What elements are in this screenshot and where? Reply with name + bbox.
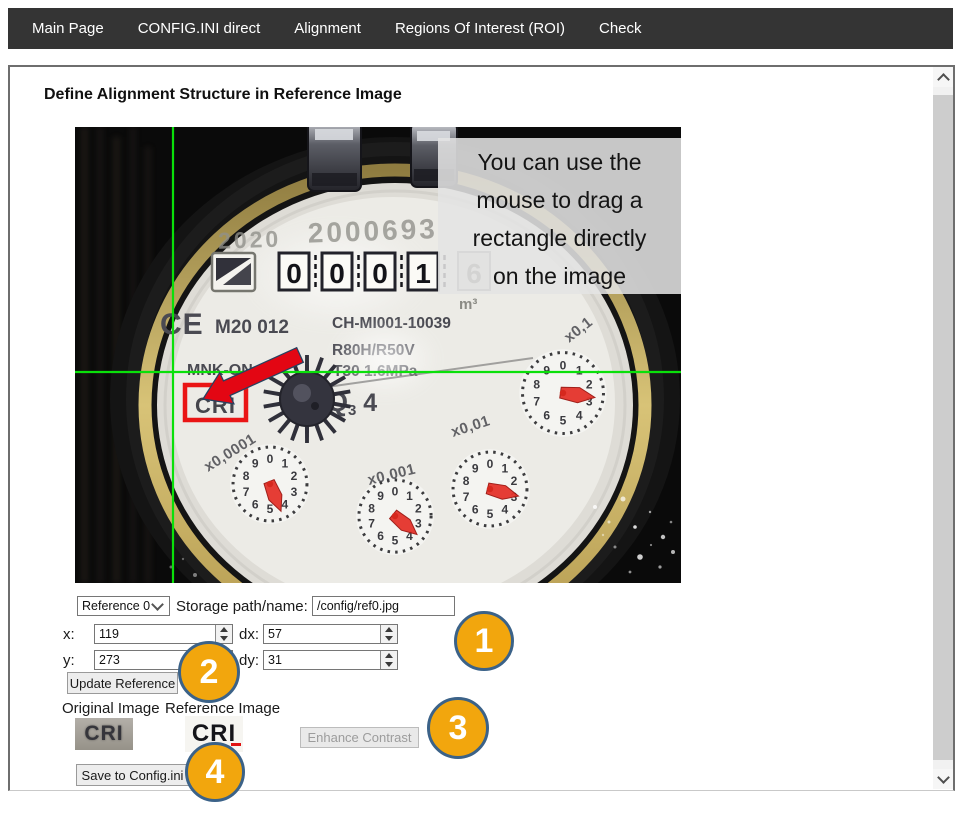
svg-text:7: 7 — [463, 490, 470, 504]
enhance-contrast-button[interactable]: Enhance Contrast — [300, 727, 419, 748]
page-title: Define Alignment Structure in Reference … — [44, 86, 402, 104]
svg-text:4: 4 — [576, 408, 583, 422]
step-badge-1: 1 — [454, 611, 514, 671]
original-image-thumbnail: CRI — [75, 718, 133, 750]
storage-path-label: Storage path/name: — [176, 598, 308, 615]
svg-text:5: 5 — [560, 414, 567, 428]
svg-text:9: 9 — [543, 364, 550, 378]
original-image-label: Original Image — [62, 700, 160, 717]
svg-text:2: 2 — [291, 469, 298, 483]
unit-label: m³ — [459, 296, 477, 313]
svg-text:8: 8 — [463, 474, 470, 488]
reference-image-label: Reference Image — [165, 700, 280, 717]
reference-select[interactable]: Reference 0 — [77, 596, 170, 616]
svg-text:7: 7 — [243, 485, 250, 499]
chevron-down-icon — [151, 598, 164, 611]
scroll-up-button[interactable] — [933, 67, 953, 87]
svg-text:1: 1 — [501, 462, 508, 476]
svg-text:7: 7 — [368, 517, 375, 531]
dx-label: dx: — [239, 626, 259, 643]
svg-text:3: 3 — [415, 517, 422, 531]
chevron-up-icon — [937, 73, 950, 86]
scrollbar[interactable] — [933, 67, 953, 789]
x-stepper[interactable] — [215, 625, 232, 643]
svg-text:4: 4 — [281, 497, 288, 511]
svg-text:1: 1 — [415, 258, 431, 289]
y-label: y: — [63, 652, 75, 669]
svg-text:0: 0 — [372, 258, 388, 289]
reference-image[interactable]: 2020 2000693 0 — [75, 127, 681, 583]
svg-text:8: 8 — [243, 469, 250, 483]
dy-stepper[interactable] — [380, 651, 397, 669]
svg-text:5: 5 — [267, 502, 274, 516]
svg-text:9: 9 — [472, 462, 479, 476]
nav-item-config-ini-direct[interactable]: CONFIG.INI direct — [138, 20, 261, 37]
model-label: M20 012 — [215, 317, 289, 338]
page: Main Page CONFIG.INI direct Alignment Regio… — [0, 0, 960, 816]
nav-item-alignment[interactable]: Alignment — [294, 20, 361, 37]
step-badge-4: 4 — [185, 742, 245, 802]
svg-text:4: 4 — [501, 502, 508, 516]
svg-text:0: 0 — [286, 258, 302, 289]
svg-text:8: 8 — [533, 377, 540, 391]
logo-icon — [212, 253, 255, 291]
svg-text:6: 6 — [377, 529, 384, 543]
dy-label: dy: — [239, 652, 259, 669]
drag-hint: You can use the mouse to drag a rectangl… — [438, 138, 681, 294]
svg-text:0: 0 — [560, 358, 567, 372]
svg-text:6: 6 — [252, 497, 259, 511]
dy-input[interactable]: 31 — [263, 650, 398, 670]
svg-text:2: 2 — [511, 474, 518, 488]
chevron-down-icon — [937, 771, 950, 784]
svg-text:0: 0 — [329, 258, 345, 289]
svg-text:0: 0 — [392, 484, 399, 498]
svg-text:7: 7 — [533, 395, 540, 409]
svg-text:5: 5 — [392, 534, 399, 548]
ce-mark: CE — [160, 308, 204, 341]
svg-text:1: 1 — [281, 457, 288, 471]
svg-text:9: 9 — [252, 457, 259, 471]
svg-text:0: 0 — [267, 452, 274, 466]
nav-item-check[interactable]: Check — [599, 20, 642, 37]
scroll-down-button[interactable] — [933, 769, 953, 789]
step-badge-3: 3 — [427, 697, 489, 759]
x-label: x: — [63, 626, 75, 643]
svg-text:1: 1 — [576, 364, 583, 378]
svg-text:2: 2 — [415, 501, 422, 515]
storage-path-input[interactable]: /config/ref0.jpg — [312, 596, 455, 616]
svg-text:2000693: 2000693 — [307, 213, 438, 249]
nav-item-regions-of-interest-roi[interactable]: Regions Of Interest (ROI) — [395, 20, 565, 37]
nav-item-main-page[interactable]: Main Page — [32, 20, 104, 37]
step-badge-2: 2 — [178, 641, 240, 703]
nav-bar: Main Page CONFIG.INI direct Alignment Regio… — [8, 8, 953, 49]
update-reference-button[interactable]: Update Reference — [67, 672, 178, 694]
save-to-config-button[interactable]: Save to Config.ini — [76, 764, 189, 786]
svg-text:5: 5 — [487, 507, 494, 521]
top-clip-left — [308, 127, 361, 191]
dx-input[interactable]: 57 — [263, 624, 398, 644]
svg-text:9: 9 — [377, 489, 384, 503]
dx-stepper[interactable] — [380, 625, 397, 643]
scrollbar-thumb[interactable] — [933, 95, 953, 760]
svg-text:8: 8 — [368, 501, 375, 515]
svg-text:3: 3 — [291, 485, 298, 499]
svg-text:2: 2 — [586, 377, 593, 391]
svg-text:6: 6 — [472, 502, 479, 516]
svg-text:1: 1 — [406, 489, 413, 503]
svg-text:2020: 2020 — [218, 226, 282, 254]
svg-text:0: 0 — [487, 457, 494, 471]
svg-text:6: 6 — [543, 408, 550, 422]
